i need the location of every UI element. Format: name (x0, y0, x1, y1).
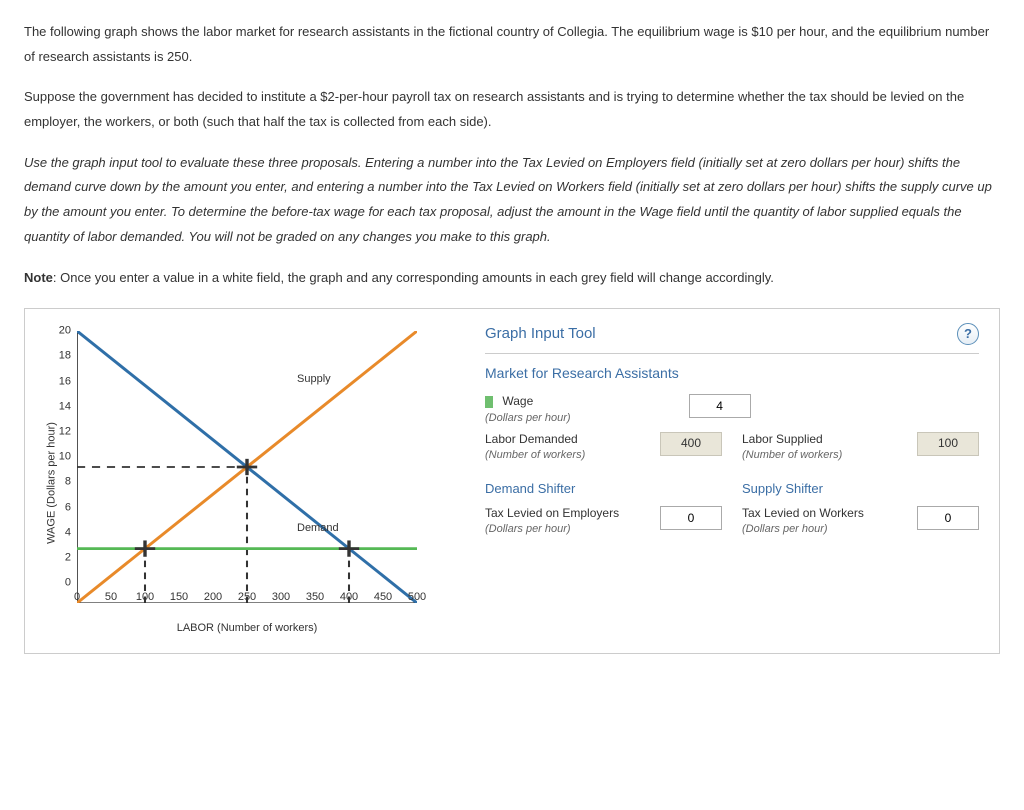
tool-title: Graph Input Tool (485, 324, 596, 344)
y-ticks: 20 18 16 14 12 10 8 6 4 2 0 (35, 331, 77, 583)
wage-legend-icon (485, 396, 493, 408)
chart-svg[interactable] (77, 331, 417, 603)
supply-label: Supply (297, 369, 331, 390)
intro-p1: The following graph shows the labor mark… (24, 20, 1000, 69)
supply-shifter-title: Supply Shifter (742, 481, 979, 498)
tax-workers-label: Tax Levied on Workers (742, 506, 864, 520)
tax-workers-sub: (Dollars per hour) (742, 523, 828, 535)
help-button[interactable]: ? (957, 323, 979, 345)
problem-text: The following graph shows the labor mark… (24, 20, 1000, 290)
demand-label: Demand (297, 518, 339, 539)
labor-supplied-sub: (Number of workers) (742, 449, 842, 461)
tax-employers-sub: (Dollars per hour) (485, 523, 571, 535)
labor-supplied-label: Labor Supplied (742, 432, 823, 446)
labor-demanded-value: 400 (660, 432, 722, 456)
intro-p2: Suppose the government has decided to in… (24, 85, 1000, 134)
labor-demanded-label: Labor Demanded (485, 432, 578, 446)
intro-p3-instructions: Use the graph input tool to evaluate the… (24, 151, 1000, 250)
chart-area[interactable]: WAGE (Dollars per hour) 20 18 16 14 12 1… (35, 323, 465, 643)
labor-demanded-sub: (Number of workers) (485, 449, 585, 461)
wage-label: Wage (502, 394, 533, 408)
wage-input[interactable] (689, 394, 751, 418)
demand-shifter-title: Demand Shifter (485, 481, 722, 498)
graph-input-tool: Graph Input Tool ? Market for Research A… (475, 323, 989, 643)
tax-employers-input[interactable] (660, 506, 722, 530)
x-axis-label: LABOR (Number of workers) (77, 618, 417, 639)
note-text: : Once you enter a value in a white fiel… (53, 270, 774, 285)
wage-sub: (Dollars per hour) (485, 412, 571, 424)
market-title: Market for Research Assistants (485, 364, 979, 382)
labor-supplied-value: 100 (917, 432, 979, 456)
graph-panel: WAGE (Dollars per hour) 20 18 16 14 12 1… (24, 308, 1000, 654)
tax-employers-label: Tax Levied on Employers (485, 506, 619, 520)
intro-note: Note: Once you enter a value in a white … (24, 266, 1000, 291)
note-label: Note (24, 270, 53, 285)
tax-workers-input[interactable] (917, 506, 979, 530)
